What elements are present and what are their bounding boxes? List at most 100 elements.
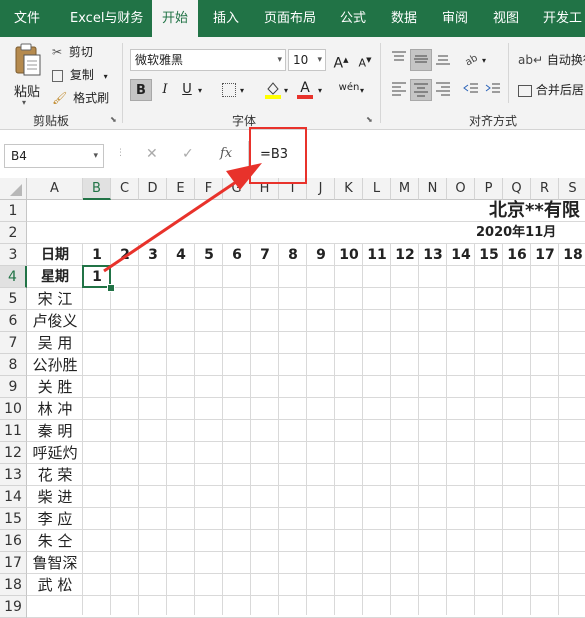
row-header-7[interactable]: 7 bbox=[0, 332, 27, 354]
wrap-text-button[interactable]: ab↵ 自动换行 bbox=[518, 50, 585, 70]
underline-button[interactable]: U bbox=[176, 79, 198, 101]
align-right-button[interactable] bbox=[432, 79, 454, 101]
merge-center-button[interactable]: 合并后居 bbox=[518, 80, 584, 100]
column-header-k[interactable]: K bbox=[335, 178, 363, 200]
align-top-button[interactable] bbox=[388, 49, 410, 71]
align-left-button[interactable] bbox=[388, 79, 410, 101]
name-cell[interactable]: 公孙胜 bbox=[27, 354, 83, 376]
name-cell[interactable]: 鲁智深 bbox=[27, 552, 83, 574]
name-cell[interactable]: 秦 明 bbox=[27, 420, 83, 442]
day-number-cell[interactable]: 14 bbox=[447, 244, 475, 266]
name-box[interactable]: B4 ▾ bbox=[4, 144, 104, 168]
day-number-cell[interactable]: 12 bbox=[391, 244, 419, 266]
tab-excel-finance[interactable]: Excel与财务 bbox=[70, 0, 143, 37]
align-center-button[interactable] bbox=[410, 79, 432, 101]
column-header-c[interactable]: C bbox=[111, 178, 139, 200]
row-header-16[interactable]: 16 bbox=[0, 530, 27, 552]
column-header-n[interactable]: N bbox=[419, 178, 447, 200]
chevron-down-icon[interactable]: ▾ bbox=[360, 86, 364, 95]
column-header-p[interactable]: P bbox=[475, 178, 503, 200]
row-header-6[interactable]: 6 bbox=[0, 310, 27, 332]
row-header-9[interactable]: 9 bbox=[0, 376, 27, 398]
insert-function-icon[interactable]: fx bbox=[220, 146, 232, 161]
day-number-cell[interactable]: 6 bbox=[223, 244, 251, 266]
chevron-down-icon[interactable]: ▾ bbox=[482, 56, 486, 65]
name-cell[interactable]: 朱 仝 bbox=[27, 530, 83, 552]
day-number-cell[interactable]: 10 bbox=[335, 244, 363, 266]
row-header-11[interactable]: 11 bbox=[0, 420, 27, 442]
row-header-2[interactable]: 2 bbox=[0, 222, 27, 244]
day-number-cell[interactable]: 17 bbox=[531, 244, 559, 266]
decrease-indent-button[interactable] bbox=[460, 79, 482, 101]
column-header-j[interactable]: J bbox=[307, 178, 335, 200]
orientation-button[interactable]: ab bbox=[460, 49, 482, 71]
chevron-down-icon[interactable]: ▾ bbox=[198, 86, 202, 95]
date-label-cell[interactable]: 日期 bbox=[27, 244, 83, 266]
column-header-a[interactable]: A bbox=[27, 178, 83, 200]
worksheet-grid[interactable]: A B C D E F G H I J K L M N O P Q R S 1 2 3 4 5 6 7 8 9 10 11 12 13 14 15… bbox=[0, 178, 585, 618]
name-cell[interactable]: 呼延灼 bbox=[27, 442, 83, 464]
name-cell[interactable]: 林 冲 bbox=[27, 398, 83, 420]
formula-input[interactable]: =B3 bbox=[248, 141, 585, 171]
row-header-18[interactable]: 18 bbox=[0, 574, 27, 596]
sheet-date[interactable]: 2020年11月 bbox=[476, 222, 556, 244]
tab-file[interactable]: 文件 bbox=[14, 0, 40, 37]
name-cell[interactable]: 卢俊义 bbox=[27, 310, 83, 332]
name-cell[interactable]: 关 胜 bbox=[27, 376, 83, 398]
name-cell[interactable]: 花 荣 bbox=[27, 464, 83, 486]
column-header-h[interactable]: H bbox=[251, 178, 279, 200]
column-header-i[interactable]: I bbox=[279, 178, 307, 200]
tab-developer[interactable]: 开发工 bbox=[543, 0, 582, 37]
tab-view[interactable]: 视图 bbox=[493, 0, 519, 37]
column-header-e[interactable]: E bbox=[167, 178, 195, 200]
column-header-s[interactable]: S bbox=[559, 178, 585, 200]
chevron-down-icon[interactable]: ▾ bbox=[240, 86, 244, 95]
row-header-14[interactable]: 14 bbox=[0, 486, 27, 508]
column-header-m[interactable]: M bbox=[391, 178, 419, 200]
row-header-8[interactable]: 8 bbox=[0, 354, 27, 376]
cancel-icon[interactable]: ✕ bbox=[146, 146, 158, 162]
day-number-cell[interactable]: 4 bbox=[167, 244, 195, 266]
chevron-down-icon[interactable]: ▾ bbox=[318, 86, 322, 95]
cut-button[interactable]: ✂ 剪切 bbox=[52, 42, 93, 62]
enter-icon[interactable]: ✓ bbox=[182, 146, 194, 162]
day-number-cell[interactable]: 15 bbox=[475, 244, 503, 266]
day-number-cell[interactable]: 16 bbox=[503, 244, 531, 266]
day-number-cell[interactable]: 11 bbox=[363, 244, 391, 266]
name-cell[interactable]: 吴 用 bbox=[27, 332, 83, 354]
day-number-cell[interactable]: 7 bbox=[251, 244, 279, 266]
weekday-label-cell[interactable]: 星期 bbox=[27, 266, 83, 288]
format-painter-button[interactable]: 🖌 格式刷 bbox=[52, 88, 109, 108]
shrink-font-button[interactable]: A▼ bbox=[354, 49, 376, 71]
day-number-cell[interactable]: 1 bbox=[83, 244, 111, 266]
tab-home[interactable]: 开始 bbox=[152, 0, 198, 37]
tab-insert[interactable]: 插入 bbox=[213, 0, 239, 37]
grow-font-button[interactable]: A▲ bbox=[330, 49, 352, 72]
dialog-launcher-icon[interactable]: ⬊ bbox=[110, 115, 117, 124]
tab-formulas[interactable]: 公式 bbox=[340, 0, 366, 37]
font-name-combo[interactable]: 微软雅黑 ▾ bbox=[130, 49, 286, 71]
column-header-o[interactable]: O bbox=[447, 178, 475, 200]
dialog-launcher-icon[interactable]: ⬊ bbox=[366, 115, 373, 124]
row-header-1[interactable]: 1 bbox=[0, 200, 27, 222]
day-number-cell[interactable]: 13 bbox=[419, 244, 447, 266]
day-number-cell[interactable]: 9 bbox=[307, 244, 335, 266]
row-header-12[interactable]: 12 bbox=[0, 442, 27, 464]
italic-button[interactable]: I bbox=[154, 79, 176, 101]
fill-handle[interactable] bbox=[107, 284, 115, 292]
name-cell[interactable]: 宋 江 bbox=[27, 288, 83, 310]
row-header-17[interactable]: 17 bbox=[0, 552, 27, 574]
name-cell[interactable]: 李 应 bbox=[27, 508, 83, 530]
align-middle-button[interactable] bbox=[410, 49, 432, 71]
day-number-cell[interactable]: 3 bbox=[139, 244, 167, 266]
column-header-q[interactable]: Q bbox=[503, 178, 531, 200]
tab-page-layout[interactable]: 页面布局 bbox=[264, 0, 316, 37]
bold-button[interactable]: B bbox=[130, 79, 152, 101]
day-number-cell[interactable]: 8 bbox=[279, 244, 307, 266]
day-number-cell[interactable]: 18 bbox=[559, 244, 585, 266]
tab-review[interactable]: 审阅 bbox=[442, 0, 468, 37]
paste-button[interactable]: 粘贴 ▾ bbox=[10, 43, 44, 107]
sheet-title[interactable]: 北京**有限 bbox=[489, 200, 580, 222]
column-header-l[interactable]: L bbox=[363, 178, 391, 200]
borders-button[interactable] bbox=[218, 79, 240, 101]
